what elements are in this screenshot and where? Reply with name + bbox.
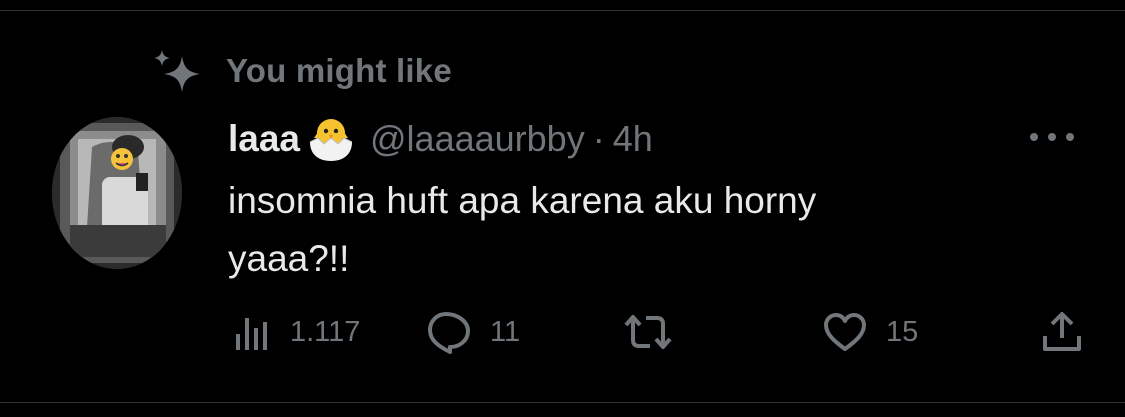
tweet-text-line-2: yaaa?!! — [228, 238, 350, 279]
like-icon — [824, 313, 866, 351]
bottom-divider — [0, 402, 1125, 403]
views-icon — [236, 318, 267, 350]
top-divider — [0, 10, 1125, 11]
share-button[interactable] — [1040, 306, 1084, 358]
sparkle-icon — [154, 50, 200, 92]
social-context: You might like — [150, 46, 452, 96]
tweet-text: insomnia huft apa karena aku horny yaaa?… — [228, 172, 988, 288]
like-button[interactable]: 15 — [822, 306, 918, 358]
tweet-header: laaa @laaaaurbby · 4h — [228, 116, 653, 162]
retweet-icon — [624, 315, 672, 349]
likes-count: 15 — [886, 315, 919, 348]
more-icon — [1030, 133, 1038, 141]
context-label: You might like — [226, 52, 452, 89]
avatar[interactable] — [52, 117, 182, 269]
hatching-chick-emoji — [309, 119, 353, 161]
views-button[interactable]: 1.117 — [232, 306, 360, 358]
reply-button[interactable]: 11 — [426, 306, 520, 358]
display-name[interactable]: laaa — [228, 118, 300, 160]
reply-icon — [428, 312, 470, 354]
tweet-actions: 1.117 11 15 — [228, 306, 1098, 358]
share-icon — [1043, 312, 1081, 351]
retweet-button[interactable] — [622, 306, 692, 358]
avatar-image — [52, 117, 182, 269]
separator-dot: · — [592, 118, 605, 159]
tweet-text-line-1: insomnia huft apa karena aku horny — [228, 180, 817, 221]
replies-count: 11 — [490, 315, 521, 348]
user-handle[interactable]: @laaaaurbby — [370, 118, 585, 160]
views-count: 1.117 — [290, 315, 361, 348]
timestamp[interactable]: 4h — [613, 118, 653, 160]
more-options-button[interactable] — [1030, 122, 1074, 152]
